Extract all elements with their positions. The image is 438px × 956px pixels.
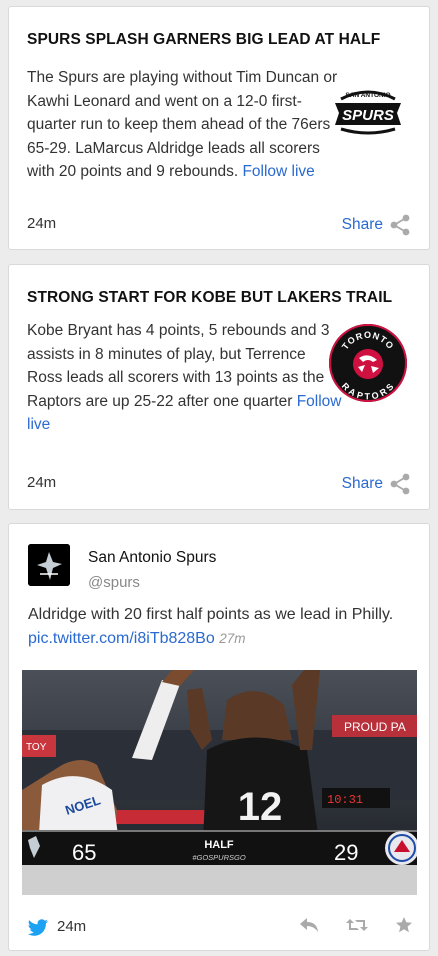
retweet-icon[interactable] — [345, 917, 369, 933]
tweet-age[interactable]: 27m — [219, 631, 245, 646]
share-button[interactable]: Share — [342, 214, 411, 236]
spurs-logo-icon: SAN ANTONIO SPURS — [327, 73, 409, 155]
tweet-link[interactable]: pic.twitter.com/i8iTb828Bo — [28, 630, 215, 647]
news-time: 24m — [27, 215, 57, 232]
tweet-actions — [299, 916, 413, 934]
home-score: 29 — [334, 840, 358, 865]
raptors-logo-icon: TORONTO RAPTORS — [327, 322, 409, 404]
news-card: SPURS SPLASH GARNERS BIG LEAD AT HALF Th… — [8, 6, 430, 250]
news-time: 24m — [27, 474, 57, 491]
follow-live-link[interactable]: Follow live — [242, 163, 314, 180]
news-body-text: Kobe Bryant has 4 points, 5 rebounds and… — [27, 322, 330, 410]
away-score: 65 — [72, 840, 96, 865]
share-icon — [390, 473, 410, 495]
jersey-number: 12 — [238, 785, 283, 829]
tweet-author-name[interactable]: San Antonio Spurs — [88, 549, 216, 567]
logo-text: SPURS — [342, 107, 394, 124]
logo-arc-text: SAN ANTONIO — [345, 92, 390, 99]
news-headline: SPURS SPLASH GARNERS BIG LEAD AT HALF — [27, 31, 381, 48]
hashtag-label: #GOSPURSGO — [192, 853, 246, 862]
share-icon — [390, 214, 410, 236]
news-headline: STRONG START FOR KOBE BUT LAKERS TRAIL — [27, 289, 393, 306]
share-label: Share — [341, 475, 383, 492]
reply-icon[interactable] — [299, 917, 319, 933]
favorite-star-icon[interactable] — [395, 916, 413, 934]
share-button[interactable]: Share — [342, 473, 411, 495]
tweet-handle[interactable]: @spurs — [88, 574, 140, 591]
spurs-avatar-icon — [28, 544, 70, 586]
twitter-bird-icon[interactable] — [27, 919, 49, 942]
period-label: HALF — [204, 839, 234, 851]
news-body: Kobe Bryant has 4 points, 5 rebounds and… — [27, 319, 345, 437]
tweet-time[interactable]: 24m — [57, 918, 86, 935]
news-card: STRONG START FOR KOBE BUT LAKERS TRAIL K… — [8, 264, 430, 510]
game-clock: 10:31 — [327, 793, 363, 807]
news-body: The Spurs are playing without Tim Duncan… — [27, 66, 345, 184]
tweet-text: Aldridge with 20 first half points as we… — [28, 603, 418, 651]
arena-sign: PROUD PA — [344, 720, 406, 734]
tweet-body: Aldridge with 20 first half points as we… — [28, 606, 394, 623]
tweet-media-image[interactable]: PROUD PA TOY 10:31 NOEL 4 #GOSPURSGO 12 — [22, 670, 417, 895]
avatar[interactable] — [28, 544, 70, 586]
tweet-card: San Antonio Spurs @spurs Aldridge with 2… — [8, 523, 430, 951]
side-sign: TOY — [26, 742, 47, 753]
share-label: Share — [341, 216, 383, 233]
